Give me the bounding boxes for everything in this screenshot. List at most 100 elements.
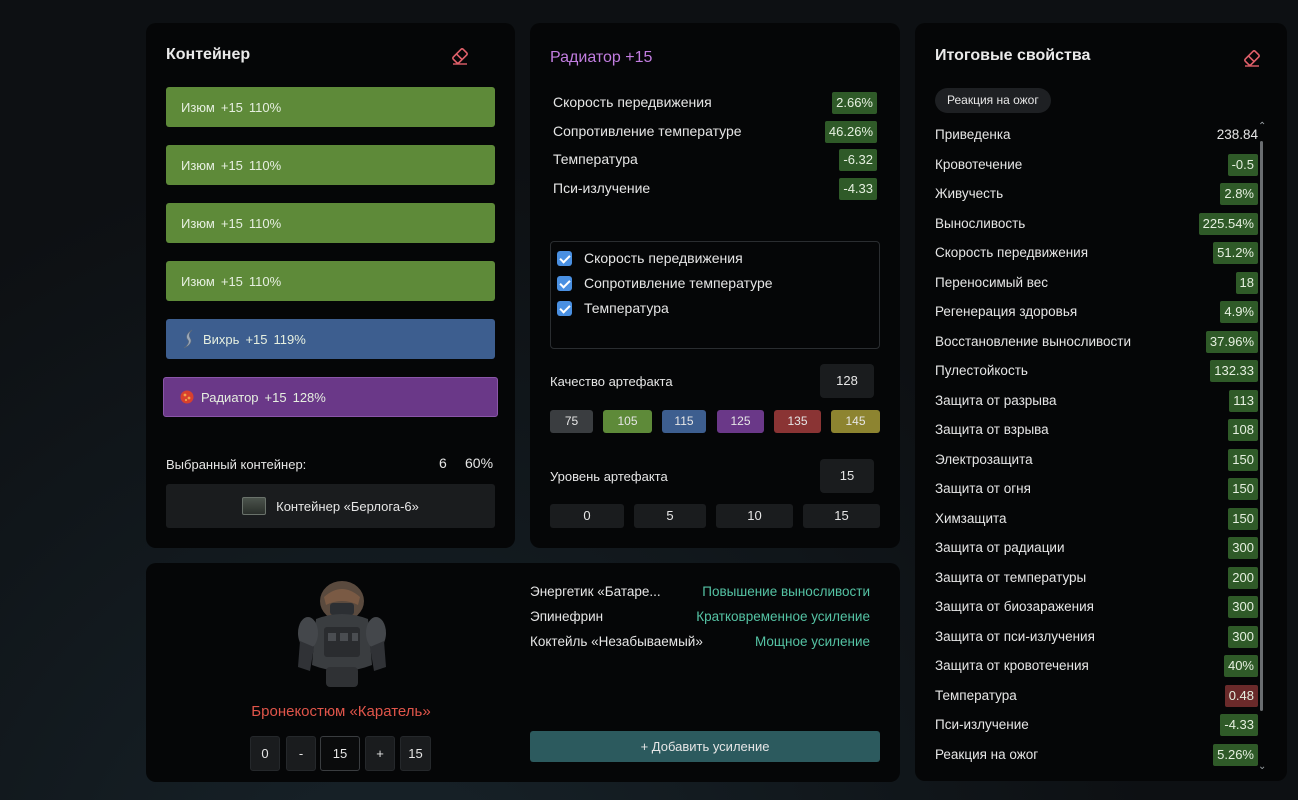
container-slot[interactable]: Изюм +15 110% bbox=[166, 261, 495, 301]
stat-name: Пси-излучение bbox=[553, 180, 651, 196]
result-name: Химзащита bbox=[935, 511, 1007, 526]
result-row: Защита от кровотечения 40% bbox=[935, 655, 1258, 677]
stat-name: Сопротивление температуре bbox=[553, 123, 742, 139]
level-input[interactable]: 15 bbox=[320, 736, 360, 771]
result-value: 150 bbox=[1228, 508, 1258, 530]
result-row: Регенерация здоровья 4.9% bbox=[935, 301, 1258, 323]
boost-name: Коктейль «Незабываемый» bbox=[530, 634, 703, 649]
container-slot[interactable]: Изюм +15 110% bbox=[166, 87, 495, 127]
quality-input[interactable]: 128 bbox=[820, 364, 874, 398]
slot-name: Изюм bbox=[181, 215, 215, 231]
eraser-icon[interactable] bbox=[449, 45, 471, 67]
quality-preset-button[interactable]: 145 bbox=[831, 410, 880, 433]
quality-preset-button[interactable]: 75 bbox=[550, 410, 593, 433]
container-slot[interactable]: Изюм +15 110% bbox=[166, 203, 495, 243]
result-value: 300 bbox=[1228, 626, 1258, 648]
scroll-up-icon[interactable]: ⌃ bbox=[1258, 121, 1266, 132]
slot-name: Изюм bbox=[181, 157, 215, 173]
quality-preset-button[interactable]: 115 bbox=[662, 410, 706, 433]
boost-row[interactable]: Коктейль «Незабываемый» Мощное усиление bbox=[530, 634, 870, 652]
result-name: Пси-излучение bbox=[935, 717, 1029, 732]
level-preset-button[interactable]: 0 bbox=[550, 504, 624, 528]
result-row: Электрозащита 150 bbox=[935, 449, 1258, 471]
result-value: 51.2% bbox=[1213, 242, 1258, 264]
result-row: Приведенка 238.84 bbox=[935, 124, 1258, 146]
result-value: 200 bbox=[1228, 567, 1258, 589]
result-value: 132.33 bbox=[1210, 360, 1258, 382]
container-select-button[interactable]: Контейнер «Берлога-6» bbox=[166, 484, 495, 528]
stat-filter-box: Скорость передвижения Сопротивление темп… bbox=[550, 241, 880, 349]
eraser-icon[interactable] bbox=[1241, 47, 1263, 69]
scrollbar-thumb[interactable] bbox=[1260, 141, 1263, 711]
slot-level: +15 bbox=[220, 215, 243, 231]
result-value: 108 bbox=[1228, 419, 1258, 441]
level-preset-button[interactable]: 15 bbox=[803, 504, 880, 528]
result-row: Живучесть 2.8% bbox=[935, 183, 1258, 205]
container-slot[interactable]: Радиатор +15 128% bbox=[163, 377, 498, 417]
container-slot[interactable]: Вихрь +15 119% bbox=[166, 319, 495, 359]
level-decrement-button[interactable]: - bbox=[286, 736, 316, 771]
result-row: Защита от взрыва 108 bbox=[935, 419, 1258, 441]
level-label: Уровень артефакта bbox=[550, 469, 668, 484]
result-name: Пулестойкость bbox=[935, 363, 1028, 378]
level-increment-button[interactable]: + bbox=[365, 736, 395, 771]
scroll-down-icon[interactable]: ⌄ bbox=[1258, 761, 1266, 772]
boost-row[interactable]: Эпинефрин Кратковременное усиление bbox=[530, 609, 870, 627]
result-name: Кровотечение bbox=[935, 157, 1023, 172]
checkbox-label: Скорость передвижения bbox=[584, 250, 743, 266]
container-title: Контейнер bbox=[166, 46, 251, 63]
artifact-stat-row: Температура -6.32 bbox=[553, 149, 877, 171]
boost-name: Энергетик «Батаре... bbox=[530, 584, 661, 599]
slot-level: +15 bbox=[245, 331, 268, 347]
level-input[interactable]: 15 bbox=[820, 459, 874, 493]
result-name: Живучесть bbox=[935, 186, 1004, 201]
result-name: Электрозащита bbox=[935, 452, 1033, 467]
result-name: Защита от биозаражения bbox=[935, 599, 1094, 614]
stat-checkbox-row[interactable]: Скорость передвижения bbox=[557, 248, 743, 268]
add-boost-button[interactable]: + Добавить усиление bbox=[530, 731, 880, 762]
checkbox-checked-icon[interactable] bbox=[557, 250, 572, 266]
result-row: Защита от радиации 300 bbox=[935, 537, 1258, 559]
result-row: Температура 0.48 bbox=[935, 685, 1258, 707]
selected-container-slots: 6 bbox=[439, 455, 447, 471]
level-min-button[interactable]: 0 bbox=[250, 736, 280, 771]
checkbox-checked-icon[interactable] bbox=[557, 275, 572, 291]
boost-effect: Мощное усиление bbox=[754, 634, 870, 649]
result-value: 300 bbox=[1228, 537, 1258, 559]
checkbox-checked-icon[interactable] bbox=[557, 300, 572, 316]
result-name: Восстановление выносливости bbox=[935, 334, 1132, 349]
level-preset-button[interactable]: 5 bbox=[634, 504, 706, 528]
container-slot[interactable]: Изюм +15 110% bbox=[166, 145, 495, 185]
result-name: Регенерация здоровья bbox=[935, 304, 1078, 319]
quality-preset-button[interactable]: 105 bbox=[603, 410, 652, 433]
result-value: 0.48 bbox=[1224, 685, 1258, 707]
slot-level: +15 bbox=[220, 157, 243, 173]
result-value: 238.84 bbox=[1216, 127, 1258, 142]
result-value: 2.8% bbox=[1220, 183, 1258, 205]
stat-value: 46.26% bbox=[824, 121, 877, 143]
level-preset-button[interactable]: 10 bbox=[716, 504, 793, 528]
result-name: Защита от огня bbox=[935, 481, 1031, 496]
radiator-artifact-icon bbox=[179, 387, 195, 407]
result-name: Реакция на ожог bbox=[935, 747, 1039, 762]
selected-container-label: Выбранный контейнер: bbox=[166, 457, 307, 472]
result-value: 150 bbox=[1228, 449, 1258, 471]
container-button-label: Контейнер «Берлога-6» bbox=[276, 498, 419, 514]
level-max-button[interactable]: 15 bbox=[400, 736, 431, 771]
slot-name: Вихрь bbox=[203, 331, 240, 347]
stat-checkbox-row[interactable]: Температура bbox=[557, 298, 669, 318]
result-row: Скорость передвижения 51.2% bbox=[935, 242, 1258, 264]
result-name: Защита от температуры bbox=[935, 570, 1087, 585]
scrollbar[interactable]: ⌃ ⌄ bbox=[1258, 121, 1266, 775]
quality-preset-button[interactable]: 135 bbox=[774, 410, 821, 433]
filter-tag[interactable]: Реакция на ожог bbox=[935, 88, 1051, 113]
result-value: 18 bbox=[1235, 272, 1258, 294]
result-value: 4.9% bbox=[1220, 301, 1258, 323]
quality-label: Качество артефакта bbox=[550, 374, 673, 389]
armor-name: Бронекостюм «Каратель» bbox=[251, 703, 431, 720]
stat-checkbox-row[interactable]: Сопротивление температуре bbox=[557, 273, 773, 293]
slot-level: +15 bbox=[264, 389, 287, 405]
stat-name: Скорость передвижения bbox=[553, 94, 712, 110]
boost-row[interactable]: Энергетик «Батаре... Повышение выносливо… bbox=[530, 584, 870, 602]
quality-preset-button[interactable]: 125 bbox=[717, 410, 764, 433]
